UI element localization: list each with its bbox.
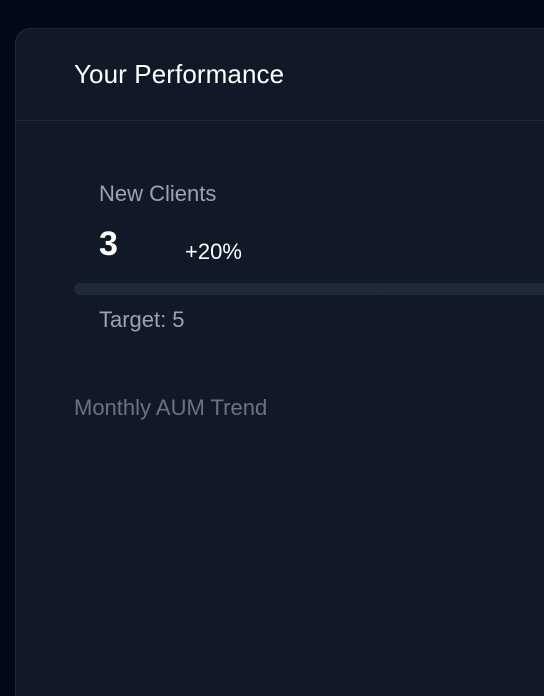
page: Your Performance New Clients 3 +20% Targ… — [0, 0, 544, 696]
metric-label: New Clients — [99, 181, 217, 206]
trend-title: Monthly AUM Trend — [74, 395, 268, 420]
progress-bar — [74, 283, 544, 295]
target-value: 5 — [172, 307, 185, 332]
progress-fill — [74, 283, 386, 295]
new-clients-metric: New Clients 3 +20% Target: 5 — [74, 149, 544, 349]
card-header: Your Performance — [16, 29, 544, 121]
trend-chart-area — [74, 439, 544, 696]
performance-card: Your Performance New Clients 3 +20% Targ… — [15, 28, 544, 696]
metric-target: Target: 5 — [99, 307, 185, 333]
card-title: Your Performance — [74, 59, 285, 89]
target-label: Target: — [99, 307, 167, 332]
metric-value: 3 — [99, 225, 118, 263]
metric-change: +20% — [185, 239, 242, 264]
